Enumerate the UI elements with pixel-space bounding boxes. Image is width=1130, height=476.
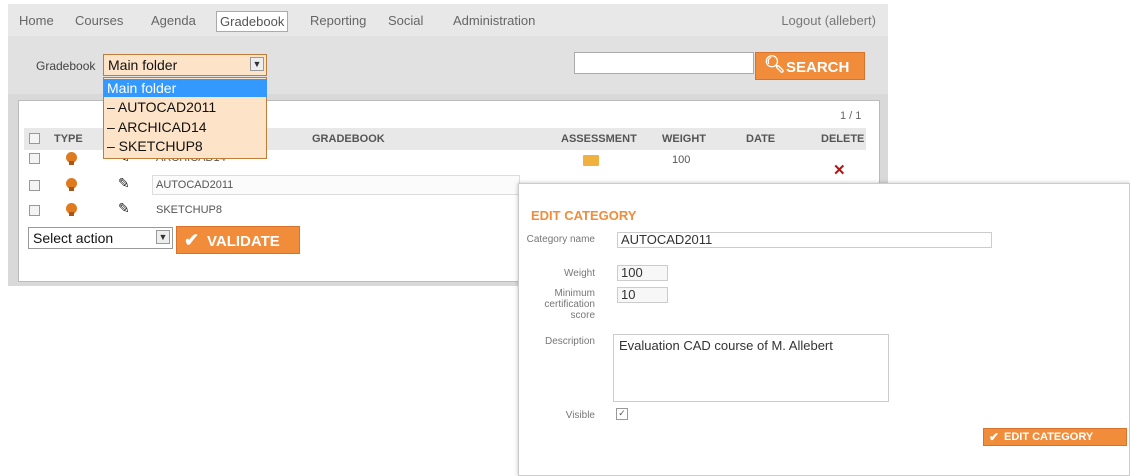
nav-home[interactable]: Home: [19, 13, 54, 28]
visible-checkbox[interactable]: ✓: [616, 408, 628, 420]
header-date: DATE: [746, 133, 776, 145]
nav-agenda[interactable]: Agenda: [151, 13, 196, 28]
header-assessment: ASSESSMENT: [561, 133, 637, 145]
chevron-down-icon: ▼: [250, 57, 264, 71]
row-weight: 100: [672, 154, 691, 166]
pagination: 1 / 1: [840, 110, 862, 122]
search-icon: 🔍︎: [764, 55, 786, 74]
validate-button[interactable]: ✔ VALIDATE: [176, 226, 300, 254]
min-score-label: Minimum certification score: [544, 288, 595, 321]
nav-administration[interactable]: Administration: [453, 13, 535, 28]
select-action-dropdown[interactable]: Select action ▼: [28, 227, 173, 249]
validate-button-label: VALIDATE: [207, 233, 280, 250]
row-checkbox[interactable]: [29, 205, 40, 216]
header-type: TYPE: [54, 133, 83, 145]
header-gradebook: GRADEBOOK: [312, 133, 385, 145]
edit-category-button-label: EDIT CATEGORY: [1004, 431, 1094, 443]
row-checkbox[interactable]: [29, 153, 40, 164]
visible-label: Visible: [565, 410, 595, 421]
category-name-field[interactable]: AUTOCAD2011: [617, 232, 992, 248]
search-button[interactable]: 🔍︎ SEARCH: [755, 52, 865, 80]
description-field[interactable]: Evaluation CAD course of M. Allebert: [613, 334, 889, 402]
gradebook-filter-label: Gradebook: [36, 59, 96, 73]
pencil-icon[interactable]: ✎: [118, 200, 130, 217]
gradebook-select-value: Main folder: [108, 57, 178, 73]
row-name[interactable]: AUTOCAD2011: [156, 179, 233, 191]
header-weight: WEIGHT: [662, 133, 706, 145]
select-all-checkbox[interactable]: [29, 133, 40, 144]
category-name-label: Category name: [526, 234, 595, 245]
row-name[interactable]: SKETCHUP8: [156, 204, 222, 216]
search-input[interactable]: [574, 52, 754, 74]
min-score-field[interactable]: 10: [617, 287, 668, 303]
folder-icon[interactable]: [583, 155, 599, 166]
nav-gradebook[interactable]: Gradebook: [216, 11, 289, 32]
pencil-icon[interactable]: ✎: [118, 175, 130, 192]
edit-category-dialog: EDIT CATEGORY Category name AUTOCAD2011 …: [518, 183, 1130, 476]
delete-icon[interactable]: ✕: [833, 161, 846, 179]
header-delete: DELETE: [821, 133, 865, 145]
gradebook-dropdown-list: Main folder – AUTOCAD2011 – ARCHICAD14 –…: [103, 77, 267, 159]
gradebook-select[interactable]: Main folder ▼: [103, 54, 267, 76]
row-checkbox[interactable]: [29, 180, 40, 191]
dropdown-option[interactable]: – ARCHICAD14: [104, 118, 267, 136]
logout-link[interactable]: Logout (allebert): [781, 13, 876, 28]
lightbulb-icon: [66, 152, 77, 165]
dialog-title: EDIT CATEGORY: [531, 208, 637, 223]
search-button-label: SEARCH: [786, 59, 850, 76]
dropdown-option[interactable]: Main folder: [104, 79, 267, 97]
dropdown-option[interactable]: – AUTOCAD2011: [104, 98, 267, 116]
top-nav: Home Courses Agenda Gradebook Reporting …: [8, 4, 888, 36]
nav-social[interactable]: Social: [388, 13, 423, 28]
nav-reporting[interactable]: Reporting: [310, 13, 366, 28]
weight-label: Weight: [564, 268, 595, 279]
edit-category-button[interactable]: ✔ EDIT CATEGORY: [983, 428, 1127, 446]
lightbulb-icon: [66, 178, 77, 191]
checkmark-icon: ✔: [184, 230, 200, 250]
dropdown-option[interactable]: – SKETCHUP8: [104, 137, 267, 155]
description-label: Description: [544, 336, 595, 347]
lightbulb-icon: [66, 203, 77, 216]
checkmark-icon: ✔: [989, 430, 1000, 444]
nav-courses[interactable]: Courses: [75, 13, 123, 28]
weight-field[interactable]: 100: [617, 265, 668, 281]
select-action-value: Select action: [33, 230, 114, 246]
chevron-down-icon: ▼: [156, 230, 170, 244]
